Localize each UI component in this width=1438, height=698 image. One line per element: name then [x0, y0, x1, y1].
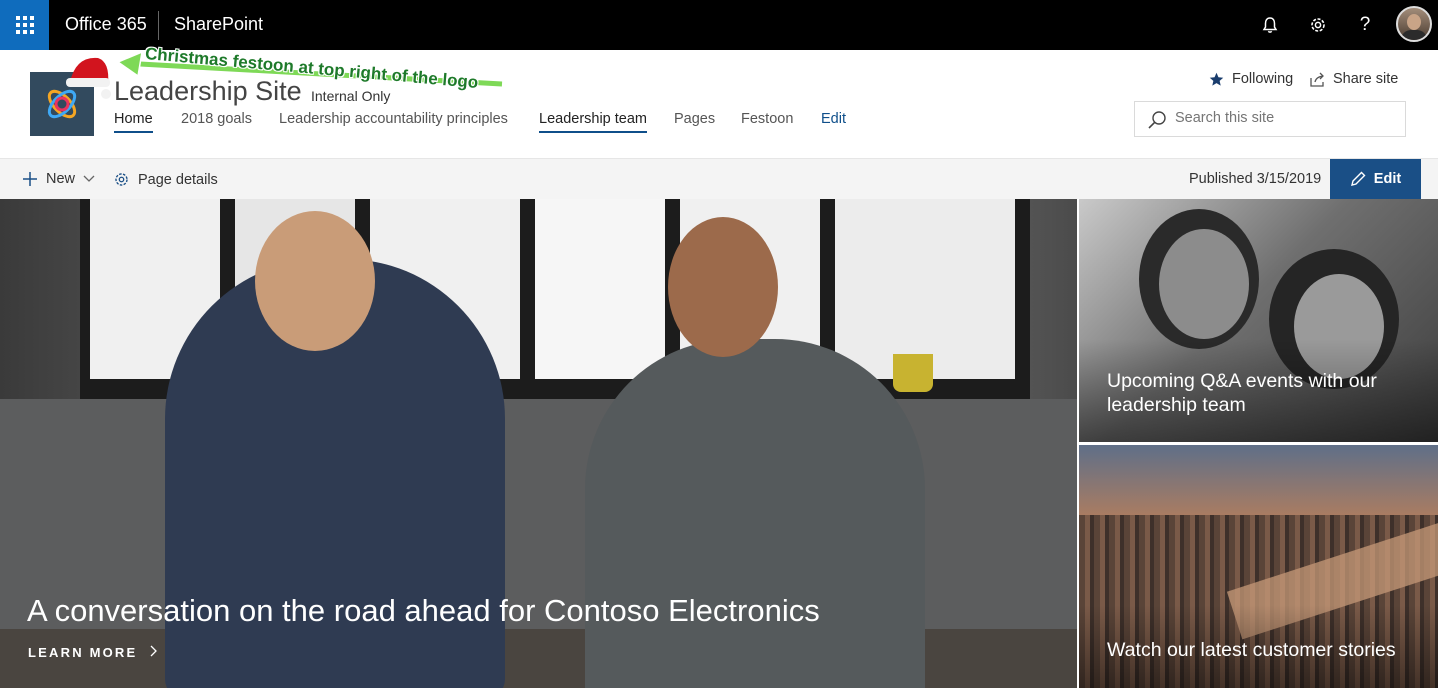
- nav-edit-link[interactable]: Edit: [821, 111, 846, 127]
- tile-customer-stories-title: Watch our latest customer stories: [1107, 639, 1396, 661]
- help-icon: ?: [1359, 14, 1371, 35]
- new-button[interactable]: New: [22, 171, 95, 187]
- new-label: New: [46, 171, 76, 187]
- page-details-button[interactable]: Page details: [113, 171, 218, 188]
- nav-festoon[interactable]: Festoon: [741, 111, 793, 127]
- site-search-box[interactable]: [1134, 101, 1406, 137]
- app-launcher-button[interactable]: [0, 0, 49, 50]
- following-label: Following: [1232, 71, 1294, 87]
- tile-qa-events-title: Upcoming Q&A events with our leadership …: [1107, 370, 1377, 416]
- following-button[interactable]: Following: [1209, 71, 1293, 87]
- office-365-link[interactable]: Office 365: [65, 14, 147, 35]
- santa-hat-festoon: [66, 57, 111, 99]
- edit-page-button[interactable]: Edit: [1330, 159, 1421, 199]
- chevron-right-icon: [150, 645, 158, 657]
- learn-more-link[interactable]: LEARN MORE: [28, 645, 159, 660]
- pencil-icon: [1350, 171, 1366, 186]
- plus-icon: [23, 172, 37, 186]
- command-bar: New Page details Published 3/15/2019 Edi…: [0, 158, 1438, 199]
- share-site-button[interactable]: Share site: [1309, 71, 1398, 87]
- gear-icon: [115, 173, 128, 186]
- edit-page-label: Edit: [1373, 171, 1402, 187]
- page-details-label: Page details: [138, 171, 218, 188]
- star-icon: [1209, 72, 1224, 86]
- search-icon: [1148, 111, 1166, 129]
- nav-leadership-accountability-principles[interactable]: Leadership accountability principles: [279, 111, 508, 127]
- nav-home[interactable]: Home: [114, 111, 153, 133]
- chevron-down-icon: [83, 175, 95, 182]
- gear-icon: [1311, 18, 1325, 32]
- sharepoint-link[interactable]: SharePoint: [174, 14, 263, 35]
- person-left-head: [255, 211, 375, 351]
- bell-icon: [1262, 17, 1278, 33]
- person-right-head: [668, 217, 778, 357]
- person-right: [585, 339, 925, 688]
- help-button[interactable]: ?: [1353, 13, 1377, 37]
- suite-bar-divider: [158, 11, 159, 40]
- user-avatar[interactable]: [1396, 6, 1432, 42]
- share-icon: [1310, 72, 1324, 87]
- nav-leadership-team[interactable]: Leadership team: [539, 111, 648, 133]
- app-launcher-icon: [15, 16, 34, 34]
- hero-tile-customer-stories[interactable]: Watch our latest customer stories: [1079, 445, 1438, 688]
- plant-pot: [893, 354, 933, 392]
- nav-2018-goals[interactable]: 2018 goals: [181, 111, 252, 127]
- learn-more-label: LEARN MORE: [28, 645, 138, 660]
- suite-bar: Office 365 SharePoint ?: [0, 0, 1438, 50]
- share-site-label: Share site: [1333, 71, 1399, 87]
- search-input[interactable]: [1175, 110, 1395, 126]
- notifications-button[interactable]: [1258, 13, 1282, 37]
- hero-tile-qa-events[interactable]: Upcoming Q&A events with our leadership …: [1079, 199, 1438, 442]
- hero-main-title[interactable]: A conversation on the road ahead for Con…: [27, 593, 820, 629]
- nav-pages[interactable]: Pages: [674, 111, 715, 127]
- published-date: Published 3/15/2019: [1189, 171, 1322, 187]
- settings-button[interactable]: [1306, 13, 1330, 37]
